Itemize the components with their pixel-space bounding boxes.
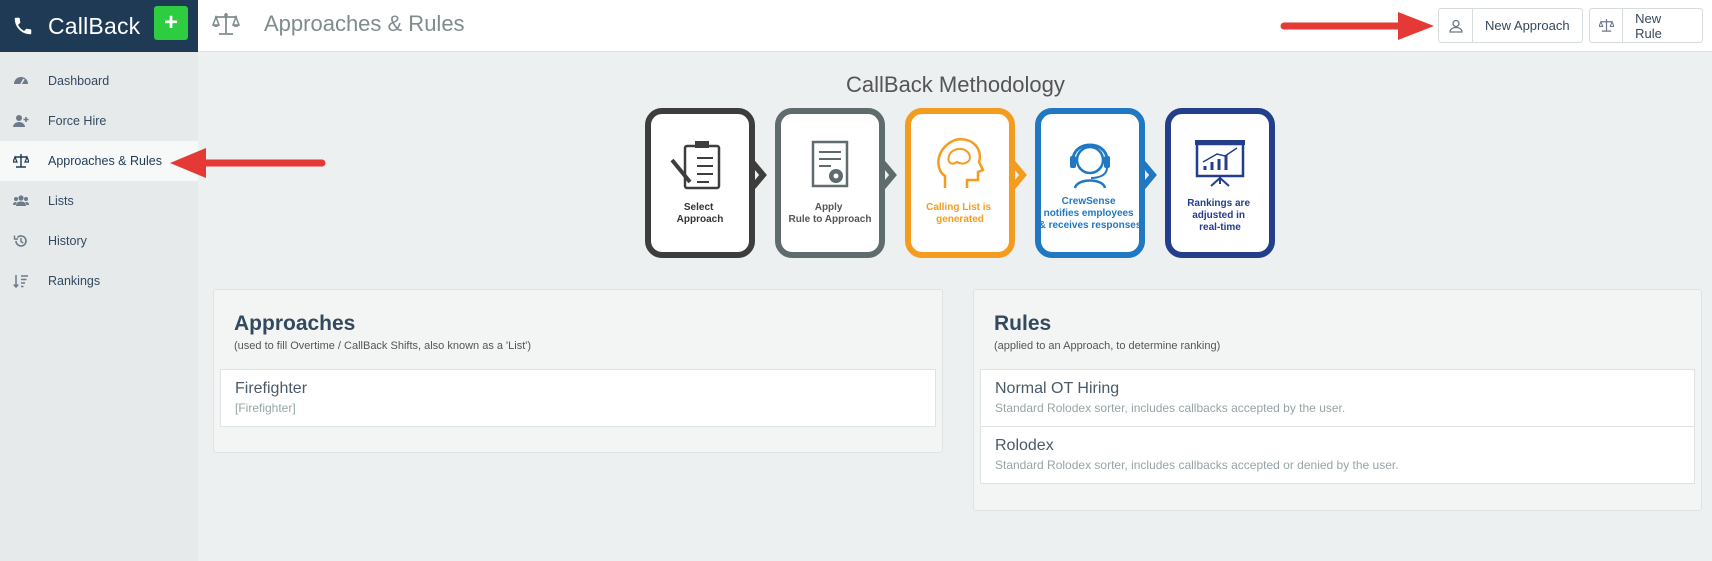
- sidebar-item-force-hire[interactable]: Force Hire: [0, 101, 198, 141]
- approach-desc: [Firefighter]: [235, 401, 296, 415]
- user-approach-icon: [1439, 9, 1473, 42]
- step-rankings-adjusted: Rankings are adjusted in real-time: [1165, 108, 1275, 258]
- sidebar-item-history[interactable]: History: [0, 221, 198, 261]
- approaches-panel: Approaches (used to fill Overtime / Call…: [213, 289, 943, 453]
- step-calling-list: Calling List is generated: [905, 108, 1015, 258]
- dashboard-icon: [13, 73, 29, 89]
- users-icon: [13, 193, 29, 209]
- rules-subtitle: (applied to an Approach, to determine ra…: [994, 340, 1221, 352]
- rule-name: Rolodex: [995, 437, 1054, 454]
- phone-icon: [14, 17, 32, 35]
- sidebar-item-label: Lists: [48, 194, 74, 208]
- sidebar-item-rankings[interactable]: Rankings: [0, 261, 198, 301]
- sidebar-item-lists[interactable]: Lists: [0, 181, 198, 221]
- annotation-arrow-sidebar: [170, 148, 326, 178]
- brand-bar: CallBack +: [0, 0, 198, 52]
- sidebar-item-dashboard[interactable]: Dashboard: [0, 61, 198, 101]
- add-button[interactable]: +: [154, 6, 188, 40]
- balance-scale-icon: [212, 13, 240, 35]
- page-header: Approaches & Rules New Approach New Rule: [198, 0, 1712, 52]
- sort-icon: [13, 273, 29, 289]
- balance-scale-icon: [13, 153, 29, 169]
- sidebar-item-label: Force Hire: [48, 114, 107, 128]
- user-plus-icon: [13, 113, 29, 129]
- rule-item-rolodex[interactable]: Rolodex Standard Rolodex sorter, include…: [980, 426, 1695, 484]
- rule-name: Normal OT Hiring: [995, 380, 1120, 397]
- sidebar-item-label: Approaches & Rules: [48, 154, 162, 168]
- step-apply-rule: Apply Rule to Approach: [775, 108, 885, 258]
- methodology-diagram: Select Approach Apply Rule to Approach C…: [645, 108, 1275, 258]
- balance-scale-icon: [1590, 9, 1624, 42]
- rules-title: Rules: [994, 312, 1052, 335]
- app-title: CallBack: [48, 12, 141, 39]
- new-approach-label: New Approach: [1485, 18, 1570, 33]
- sidebar-nav: Dashboard Force Hire Approaches & Rules …: [0, 61, 198, 301]
- new-approach-button[interactable]: New Approach: [1438, 8, 1583, 43]
- new-rule-label: New Rule: [1635, 10, 1662, 41]
- approaches-subtitle: (used to fill Overtime / CallBack Shifts…: [234, 340, 532, 352]
- page-title: Approaches & Rules: [264, 11, 465, 36]
- annotation-arrow-top: [1280, 12, 1434, 40]
- step-select-approach: Select Approach: [645, 108, 755, 258]
- history-icon: [13, 233, 29, 249]
- rule-item-normal-ot-hiring[interactable]: Normal OT Hiring Standard Rolodex sorter…: [980, 369, 1695, 427]
- sidebar: CallBack + Dashboard Force Hire Approach…: [0, 0, 198, 561]
- rule-desc: Standard Rolodex sorter, includes callba…: [995, 458, 1399, 472]
- approaches-title: Approaches: [234, 312, 356, 335]
- methodology-title: CallBack Methodology: [846, 72, 1065, 97]
- sidebar-item-label: Rankings: [48, 274, 101, 288]
- step-crewsense-notifies: CrewSense notifies employees & receives …: [1035, 108, 1145, 258]
- new-rule-button[interactable]: New Rule: [1589, 8, 1703, 43]
- approach-item-firefighter[interactable]: Firefighter [Firefighter]: [220, 369, 936, 427]
- sidebar-item-label: History: [48, 234, 87, 248]
- approach-name: Firefighter: [235, 380, 308, 397]
- sidebar-item-label: Dashboard: [48, 74, 110, 88]
- rule-desc: Standard Rolodex sorter, includes callba…: [995, 401, 1346, 415]
- rules-panel: Rules (applied to an Approach, to determ…: [973, 289, 1702, 511]
- step-label: Calling List is generated: [926, 202, 994, 225]
